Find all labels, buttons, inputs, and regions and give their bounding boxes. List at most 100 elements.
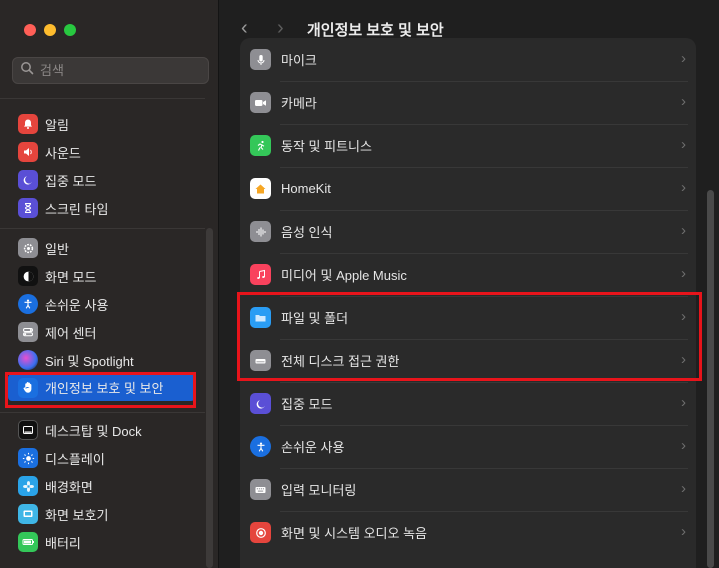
sidebar-item-label: 제어 센터 xyxy=(45,325,97,341)
battery-icon xyxy=(18,532,38,552)
list-item-input-monitoring[interactable]: 입력 모니터링 › xyxy=(240,468,696,511)
list-item-screen-audio-recording[interactable]: 화면 및 시스템 오디오 녹음 › xyxy=(240,511,696,554)
sidebar-item-displays[interactable]: 디스플레이 xyxy=(0,444,205,472)
folder-icon xyxy=(250,307,271,328)
close-window-button[interactable] xyxy=(24,24,36,36)
sidebar-item-appearance[interactable]: 화면 모드 xyxy=(0,262,205,290)
home-icon xyxy=(250,178,271,199)
main-scrollbar[interactable] xyxy=(707,190,714,568)
waveform-icon xyxy=(250,221,271,242)
chevron-right-icon: › xyxy=(681,437,686,454)
sidebar-item-general[interactable]: 일반 xyxy=(0,234,205,262)
sidebar-item-label: 화면 보호기 xyxy=(45,507,109,523)
list-item-label: 손쉬운 사용 xyxy=(281,440,345,455)
accessibility-icon xyxy=(250,436,271,457)
sidebar: 알림 사운드 집중 모드 스크린 타임 일반 xyxy=(0,0,219,568)
sidebar-item-label: 데스크탑 및 Dock xyxy=(45,423,142,439)
sidebar-item-sound[interactable]: 사운드 xyxy=(0,138,205,166)
zoom-window-button[interactable] xyxy=(64,24,76,36)
forward-button[interactable]: › xyxy=(277,18,284,38)
moon-icon xyxy=(18,170,38,190)
search-field[interactable] xyxy=(12,57,209,84)
search-input[interactable] xyxy=(40,63,200,78)
sun-icon xyxy=(18,448,38,468)
list-item-speech-recognition[interactable]: 음성 인식 › xyxy=(240,210,696,253)
list-item-media-apple-music[interactable]: 미디어 및 Apple Music › xyxy=(240,253,696,296)
window-controls xyxy=(24,24,76,36)
sidebar-item-label: 손쉬운 사용 xyxy=(45,297,109,313)
microphone-icon xyxy=(250,49,271,70)
main-pane: ‹ › 개인정보 보호 및 보안 마이크 › 카메라 › 동작 및 피트니스 ›… xyxy=(219,0,719,568)
sidebar-divider xyxy=(0,228,205,229)
sidebar-item-focus[interactable]: 집중 모드 xyxy=(0,166,205,194)
sidebar-item-label: 배터리 xyxy=(45,535,81,551)
screensaver-icon xyxy=(18,504,38,524)
chevron-right-icon: › xyxy=(681,480,686,497)
hourglass-icon xyxy=(18,198,38,218)
list-item-focus[interactable]: 집중 모드 › xyxy=(240,382,696,425)
control-center-icon xyxy=(18,322,38,342)
search-icon xyxy=(20,61,34,80)
list-item-label: 입력 모니터링 xyxy=(281,483,357,498)
bell-icon xyxy=(18,114,38,134)
chevron-right-icon: › xyxy=(681,394,686,411)
disk-icon xyxy=(250,350,271,371)
list-item-label: 동작 및 피트니스 xyxy=(281,139,372,154)
list-item-full-disk-access[interactable]: 전체 디스크 접근 권한 › xyxy=(240,339,696,382)
chevron-right-icon: › xyxy=(681,265,686,282)
chevron-right-icon: › xyxy=(681,222,686,239)
sidebar-item-accessibility[interactable]: 손쉬운 사용 xyxy=(0,290,205,318)
sidebar-item-label: 알림 xyxy=(45,117,69,133)
list-item-label: 전체 디스크 접근 권한 xyxy=(281,354,400,369)
siri-icon xyxy=(18,350,38,370)
list-item-label: 미디어 및 Apple Music xyxy=(281,268,407,283)
sidebar-item-wallpaper[interactable]: 배경화면 xyxy=(0,472,205,500)
chevron-right-icon: › xyxy=(681,93,686,110)
list-item-homekit[interactable]: HomeKit › xyxy=(240,167,696,210)
chevron-right-icon: › xyxy=(681,50,686,67)
sidebar-item-label: 일반 xyxy=(45,241,69,257)
sidebar-item-notifications[interactable]: 알림 xyxy=(0,110,205,138)
sidebar-item-battery[interactable]: 배터리 xyxy=(0,528,205,556)
dock-icon xyxy=(18,420,38,440)
list-item-files-folders[interactable]: 파일 및 폴더 › xyxy=(240,296,696,339)
list-item-label: 화면 및 시스템 오디오 녹음 xyxy=(281,526,428,541)
flower-icon xyxy=(18,476,38,496)
chevron-right-icon: › xyxy=(681,351,686,368)
back-button[interactable]: ‹ xyxy=(241,18,248,38)
list-item-label: 파일 및 폴더 xyxy=(281,311,349,326)
sidebar-item-siri-spotlight[interactable]: Siri 및 Spotlight xyxy=(0,346,205,374)
chevron-right-icon: › xyxy=(681,308,686,325)
sidebar-item-label: 집중 모드 xyxy=(45,173,97,189)
sidebar-scrollbar[interactable] xyxy=(206,228,213,568)
camera-icon xyxy=(250,92,271,113)
sidebar-group-3: 데스크탑 및 Dock 디스플레이 배경화면 화면 보호기 배터리 xyxy=(0,416,205,556)
sidebar-item-control-center[interactable]: 제어 센터 xyxy=(0,318,205,346)
chevron-right-icon: › xyxy=(681,523,686,540)
list-item-label: HomeKit xyxy=(281,181,331,196)
list-item-label: 카메라 xyxy=(281,96,317,111)
list-item-fitness[interactable]: 동작 및 피트니스 › xyxy=(240,124,696,167)
chevron-right-icon: › xyxy=(681,179,686,196)
sidebar-item-label: 화면 모드 xyxy=(45,269,97,285)
sidebar-divider xyxy=(0,98,205,99)
sidebar-item-screen-time[interactable]: 스크린 타임 xyxy=(0,194,205,222)
sidebar-item-privacy-security[interactable]: 개인정보 보호 및 보안 xyxy=(8,374,195,401)
record-icon xyxy=(250,522,271,543)
list-item-microphone[interactable]: 마이크 › xyxy=(240,38,696,81)
list-item-label: 음성 인식 xyxy=(281,225,333,240)
minimize-window-button[interactable] xyxy=(44,24,56,36)
sidebar-item-label: Siri 및 Spotlight xyxy=(45,353,134,369)
sidebar-group-2: 일반 화면 모드 손쉬운 사용 제어 센터 Siri 및 Spotlight 개… xyxy=(0,234,205,401)
keyboard-icon xyxy=(250,479,271,500)
sidebar-item-screen-saver[interactable]: 화면 보호기 xyxy=(0,500,205,528)
sidebar-item-desktop-dock[interactable]: 데스크탑 및 Dock xyxy=(0,416,205,444)
music-icon xyxy=(250,264,271,285)
sidebar-item-label: 스크린 타임 xyxy=(45,201,109,217)
list-item-camera[interactable]: 카메라 › xyxy=(240,81,696,124)
privacy-list: 마이크 › 카메라 › 동작 및 피트니스 › HomeKit › 음성 인식 … xyxy=(240,38,696,568)
sidebar-divider xyxy=(0,412,205,413)
list-item-accessibility[interactable]: 손쉬운 사용 › xyxy=(240,425,696,468)
sidebar-item-label: 배경화면 xyxy=(45,479,93,495)
chevron-right-icon: › xyxy=(681,136,686,153)
